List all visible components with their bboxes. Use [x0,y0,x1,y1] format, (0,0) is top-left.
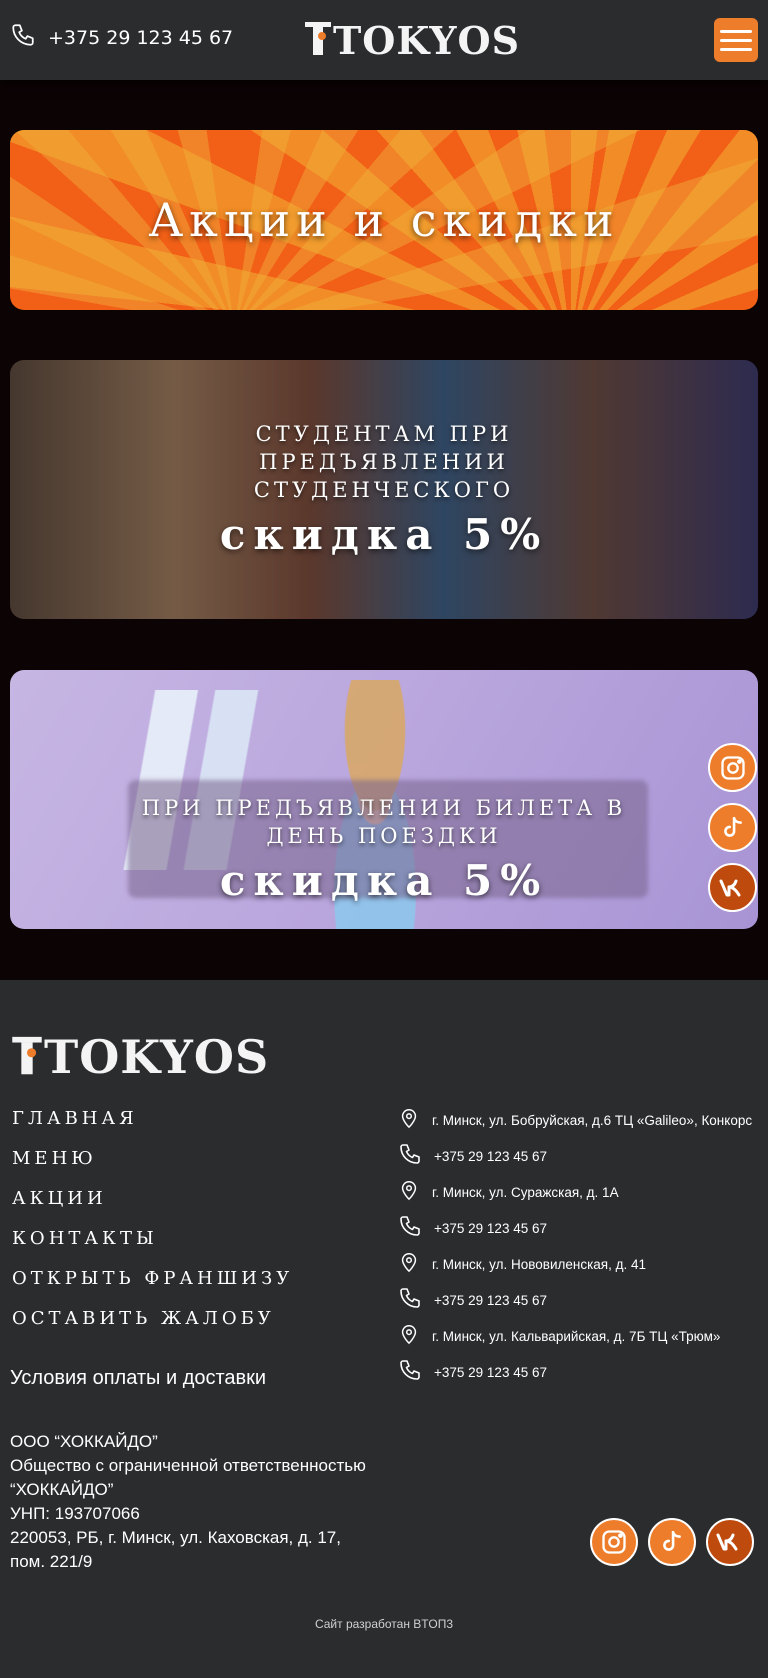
tiktok-icon[interactable] [648,1518,696,1566]
company-info: ООО “ХОККАЙДО” Общество с ограниченной о… [10,1430,380,1574]
contact-address[interactable]: г. Минск, ул. Бобруйская, д.6 ТЦ «Galile… [398,1108,752,1132]
instagram-icon[interactable] [590,1518,638,1566]
contact-text: г. Минск, ул. Нововиленская, д. 41 [432,1256,647,1272]
footer-nav: Главная Меню Акции Контакты Открыть фран… [12,1108,293,1329]
footer-nav-franchise[interactable]: Открыть франшизу [12,1268,293,1289]
footer-nav-contacts[interactable]: Контакты [12,1228,293,1249]
site-footer: TOKYOS Главная Меню Акции Контакты Откры… [0,980,768,1678]
instagram-icon[interactable] [708,743,757,792]
contact-phone[interactable]: +375 29 123 45 67 [398,1358,752,1387]
banner-discount: скидка 5% [219,510,549,559]
footer-nav-promos[interactable]: Акции [12,1188,293,1209]
header-phone-link[interactable]: +375 29 123 45 67 [10,22,233,53]
footer-social-bar [590,1518,754,1566]
vk-icon[interactable] [708,863,757,912]
payment-delivery-link[interactable]: Условия оплаты и доставки [10,1367,266,1390]
ostrich-logo-icon [303,18,333,63]
contact-phone[interactable]: +375 29 123 45 67 [398,1286,752,1315]
developer-credit[interactable]: Сайт разработан BTOП3 [0,1617,768,1631]
banner-title: Акции и скидки [148,193,620,247]
header-logo[interactable]: TOKYOS [303,18,520,63]
ostrich-logo-icon [10,1031,44,1084]
phone-icon [398,1286,422,1315]
promo-banner-sales[interactable]: Акции и скидки [10,130,758,310]
footer-nav-home[interactable]: Главная [12,1108,293,1129]
contact-text: г. Минск, ул. Бобруйская, д.6 ТЦ «Galile… [432,1112,753,1128]
phone-icon [398,1214,422,1243]
logo-text: TOKYOS [333,18,521,63]
phone-icon [398,1142,422,1171]
site-header: +375 29 123 45 67 TOKYOS [0,0,768,80]
contact-address[interactable]: г. Минск, ул. Суражская, д. 1А [398,1180,752,1204]
contact-phone[interactable]: +375 29 123 45 67 [398,1214,752,1243]
contact-text: +375 29 123 45 67 [434,1148,547,1164]
company-full-name: Общество с ограниченной ответственностью… [10,1456,366,1499]
banner-subtitle: Студентам при предъявлении студенческого [253,422,515,502]
vk-icon[interactable] [706,1518,754,1566]
company-name: ООО “ХОККАЙДО” [10,1432,158,1451]
floating-social-bar [708,743,757,912]
company-unp: УНП: 193707066 [10,1504,140,1523]
promo-banner-ticket[interactable]: При предъявлении билета в день поездки с… [10,670,758,929]
location-pin-icon [398,1106,420,1135]
footer-logo[interactable]: TOKYOS [10,1030,269,1084]
contact-text: +375 29 123 45 67 [434,1220,547,1236]
phone-icon [10,22,36,53]
contact-address[interactable]: г. Минск, ул. Кальварийская, д. 7Б ТЦ «Т… [398,1324,752,1348]
phone-icon [398,1358,422,1387]
contact-text: г. Минск, ул. Суражская, д. 1А [432,1184,619,1200]
tiktok-icon[interactable] [708,803,757,852]
header-phone-number: +375 29 123 45 67 [48,26,234,49]
contact-text: +375 29 123 45 67 [434,1292,547,1308]
logo-text: TOKYOS [44,1030,270,1084]
footer-contacts: г. Минск, ул. Бобруйская, д.6 ТЦ «Galile… [398,1108,752,1384]
location-pin-icon [398,1322,420,1351]
contact-text: г. Минск, ул. Кальварийская, д. 7Б ТЦ «Т… [432,1328,721,1344]
location-pin-icon [398,1250,420,1279]
banner-subtitle: При предъявлении билета в день поездки [141,796,627,848]
banner-discount: скидка 5% [219,856,549,905]
footer-nav-menu[interactable]: Меню [12,1148,293,1169]
hamburger-menu-icon[interactable] [714,18,758,62]
company-address: 220053, РБ, г. Минск, ул. Каховская, д. … [10,1528,341,1571]
footer-nav-complaint[interactable]: Оставить жалобу [12,1308,293,1329]
contact-address[interactable]: г. Минск, ул. Нововиленская, д. 41 [398,1252,752,1276]
contact-phone[interactable]: +375 29 123 45 67 [398,1142,752,1171]
promo-banner-students[interactable]: Студентам при предъявлении студенческого… [10,360,758,619]
location-pin-icon [398,1178,420,1207]
contact-text: +375 29 123 45 67 [434,1364,547,1380]
